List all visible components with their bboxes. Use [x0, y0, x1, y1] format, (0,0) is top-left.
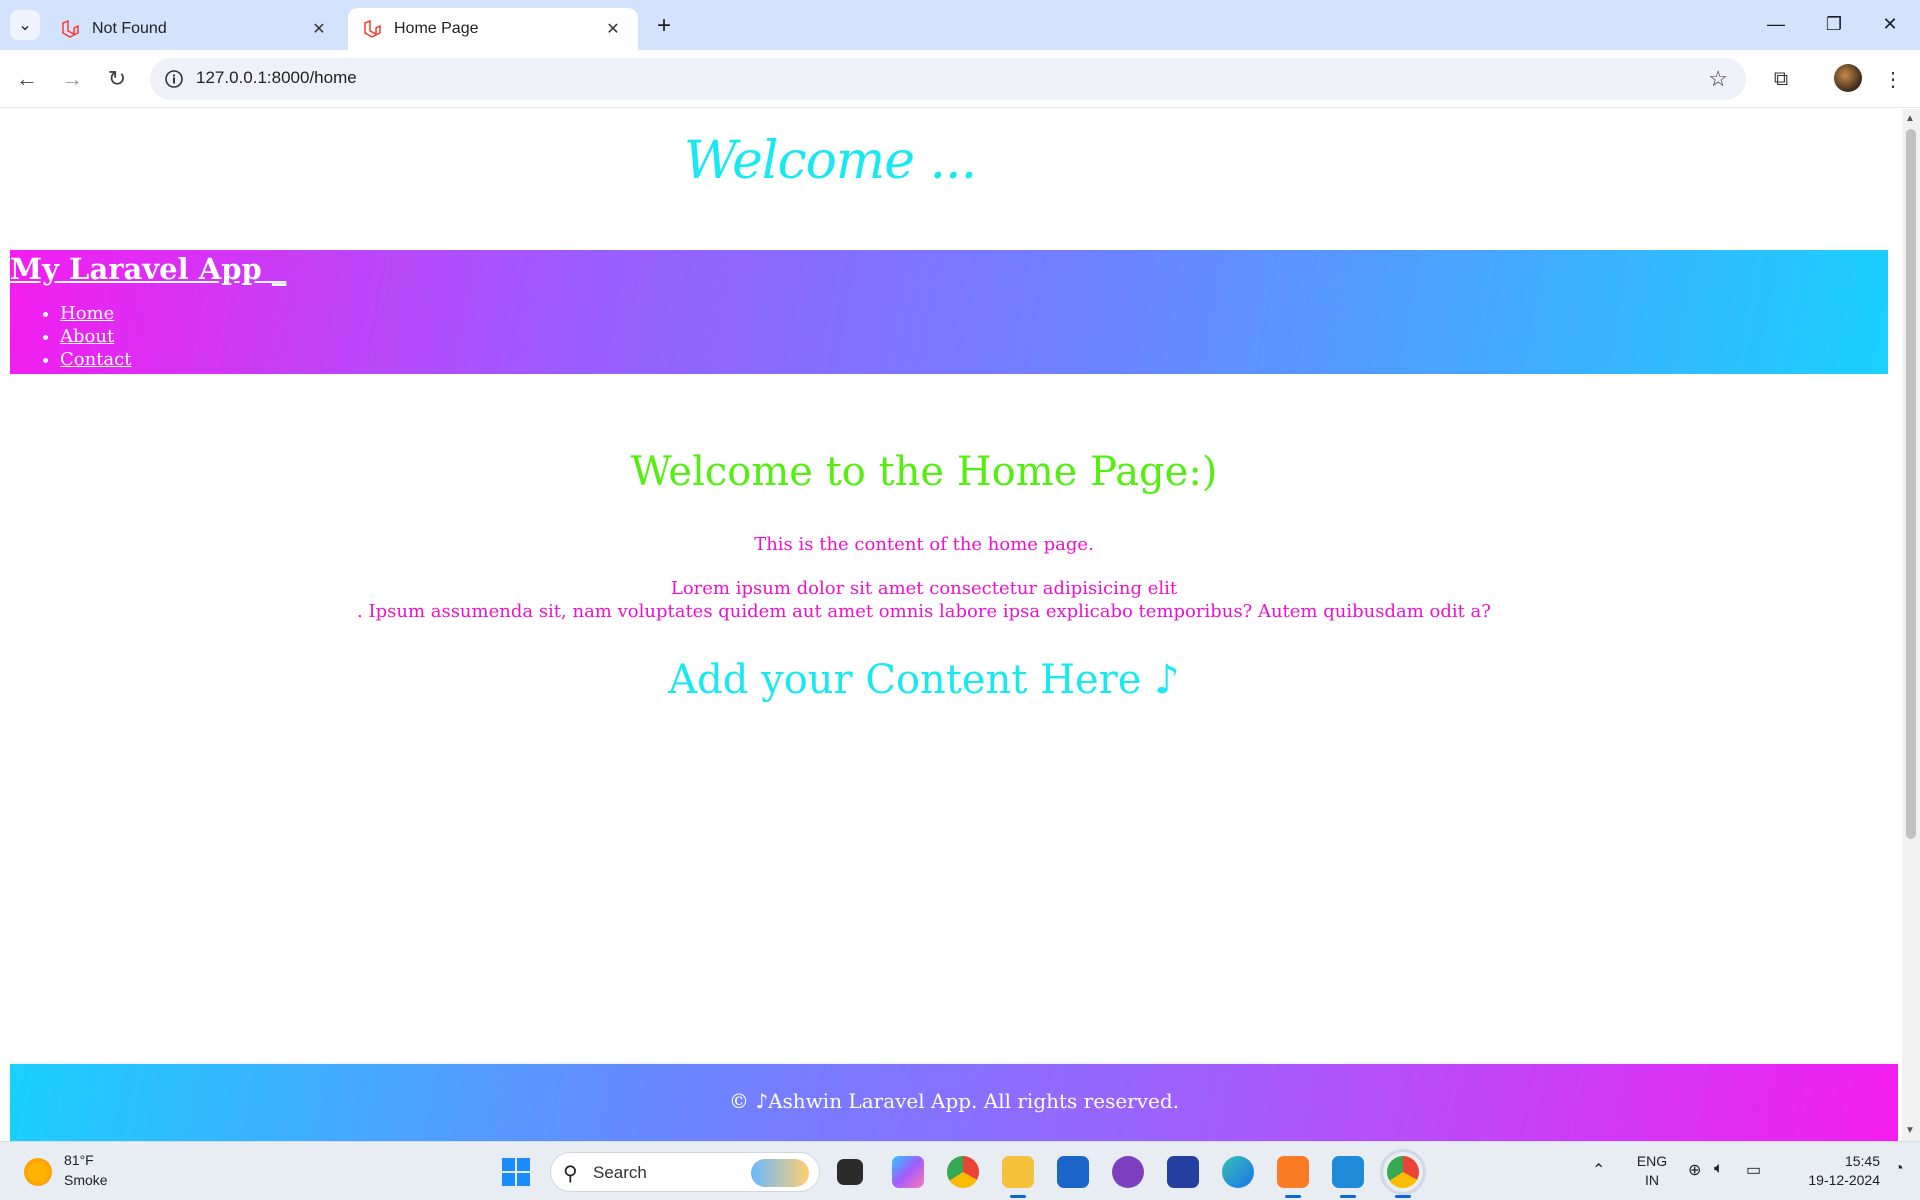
close-tab-icon[interactable]: ✕ — [602, 18, 624, 40]
brand-text: My Laravel App — [10, 252, 262, 286]
nav-item-contact: Contact — [60, 348, 131, 371]
search-highlight-art — [751, 1159, 809, 1187]
extensions-icon[interactable]: ⧉ — [1764, 62, 1798, 96]
taskbar-search[interactable]: ⚲ Search — [550, 1152, 820, 1192]
file-explorer-icon[interactable] — [1002, 1156, 1034, 1198]
address-bar[interactable]: 127.0.0.1:8000/home ☆ — [150, 58, 1746, 100]
xampp-icon[interactable] — [1277, 1156, 1309, 1198]
nav-link-home[interactable]: Home — [60, 303, 114, 324]
browser-tab-strip: ⌄ Not Found ✕ Home Page ✕ + — ❐ ✕ — [0, 0, 1920, 50]
home-title: Welcome to the Home Page:) — [630, 449, 1218, 495]
back-arrow-icon[interactable]: ← — [10, 62, 44, 96]
laravel-logo-icon — [62, 19, 79, 38]
clock-date: 19-12-2024 — [1808, 1172, 1880, 1188]
search-label: Search — [593, 1163, 647, 1182]
tab-not-found[interactable]: Not Found ✕ — [46, 8, 344, 50]
forward-arrow-icon[interactable]: → — [55, 62, 89, 96]
tray-chevron-up-icon[interactable]: ⌃ — [1592, 1160, 1605, 1180]
copilot-icon[interactable] — [892, 1156, 924, 1188]
lorem-paragraph: Lorem ipsum dolor sit amet consectetur a… — [0, 577, 1848, 623]
minimize-icon[interactable]: — — [1756, 8, 1796, 40]
lorem-line-1: Lorem ipsum dolor sit amet consectetur a… — [670, 578, 1178, 599]
close-tab-icon[interactable]: ✕ — [308, 18, 330, 40]
chrome-icon[interactable] — [947, 1156, 979, 1188]
language-code: ENG — [1636, 1153, 1668, 1169]
page-footer: © ♪Ashwin Laravel App. All rights reserv… — [10, 1064, 1898, 1141]
vertical-scrollbar[interactable]: ▲ ▼ — [1902, 109, 1920, 1141]
notification-bell-icon[interactable]: ◔ — [1894, 1160, 1904, 1178]
scroll-down-arrow-icon[interactable]: ▼ — [1905, 1125, 1915, 1136]
nav-link-contact[interactable]: Contact — [60, 349, 131, 370]
browser-toolbar: ← → ↻ 127.0.0.1:8000/home ☆ ⧉ ⋮ — [0, 50, 1920, 108]
reload-icon[interactable]: ↻ — [100, 62, 134, 96]
tab-search-chevron-icon[interactable]: ⌄ — [10, 10, 40, 40]
tab-home-page[interactable]: Home Page ✕ — [348, 8, 638, 50]
clock[interactable]: 15:45 19-12-2024 — [1780, 1152, 1880, 1190]
welcome-banner-text: Welcome ... — [683, 131, 977, 191]
windows-start-icon[interactable] — [502, 1158, 530, 1186]
scrollbar-thumb[interactable] — [1906, 129, 1916, 839]
profile-avatar[interactable] — [1834, 64, 1862, 92]
weather-sun-icon[interactable] — [24, 1158, 52, 1186]
scroll-up-arrow-icon[interactable]: ▲ — [1905, 113, 1915, 124]
app-header: My Laravel App _ Home About Contact — [10, 250, 1888, 374]
more-menu-icon[interactable]: ⋮ — [1876, 62, 1910, 96]
close-window-icon[interactable]: ✕ — [1870, 8, 1910, 40]
bookmark-star-icon[interactable]: ☆ — [1708, 66, 1728, 92]
search-icon: ⚲ — [563, 1163, 578, 1185]
volume-icon[interactable]: 🔈︎ — [1714, 1160, 1724, 1178]
brand-link[interactable]: My Laravel App _ — [10, 252, 286, 286]
tab-title: Not Found — [92, 20, 167, 37]
nav-list: Home About Contact — [40, 302, 131, 371]
weather-temperature[interactable]: 81°F — [64, 1152, 94, 1168]
footer-text: © ♪Ashwin Laravel App. All rights reserv… — [728, 1089, 1180, 1113]
site-info-icon[interactable] — [164, 69, 184, 89]
nav-link-about[interactable]: About — [60, 326, 114, 347]
language-indicator[interactable]: ENG IN — [1632, 1152, 1672, 1190]
battery-icon[interactable]: ▭ — [1746, 1160, 1761, 1180]
add-content-heading: Add your Content Here ♪ — [668, 657, 1180, 703]
nav-item-home: Home — [60, 302, 131, 325]
restore-icon[interactable]: ❐ — [1814, 8, 1854, 40]
vscode-icon[interactable] — [1332, 1156, 1364, 1198]
region-code: IN — [1645, 1172, 1659, 1188]
github-desktop-icon[interactable] — [1112, 1156, 1144, 1188]
task-view-icon[interactable] — [837, 1159, 863, 1185]
new-tab-button[interactable]: + — [650, 12, 678, 40]
windows-taskbar: 81°F Smoke ⚲ Search ⌃ ENG IN ⊕ 🔈︎ ▭ 15:4… — [0, 1141, 1920, 1200]
clock-time: 15:45 — [1844, 1153, 1880, 1169]
weather-description[interactable]: Smoke — [64, 1172, 108, 1188]
tab-title: Home Page — [394, 20, 479, 37]
lorem-line-2: . Ipsum assumenda sit, nam voluptates qu… — [357, 601, 1491, 622]
url-text[interactable]: 127.0.0.1:8000/home — [196, 68, 357, 88]
chrome-active-icon[interactable] — [1380, 1149, 1426, 1198]
edge-icon[interactable] — [1222, 1156, 1254, 1188]
microsoft-store-icon[interactable] — [1057, 1156, 1089, 1188]
dev-tool-icon[interactable] — [1167, 1156, 1199, 1188]
laravel-logo-icon — [364, 19, 381, 38]
network-globe-icon[interactable]: ⊕ — [1688, 1160, 1701, 1180]
home-content-text: This is the content of the home page. — [754, 534, 1094, 555]
page-viewport: Welcome ... My Laravel App _ Home About … — [0, 109, 1902, 1141]
nav-item-about: About — [60, 325, 131, 348]
